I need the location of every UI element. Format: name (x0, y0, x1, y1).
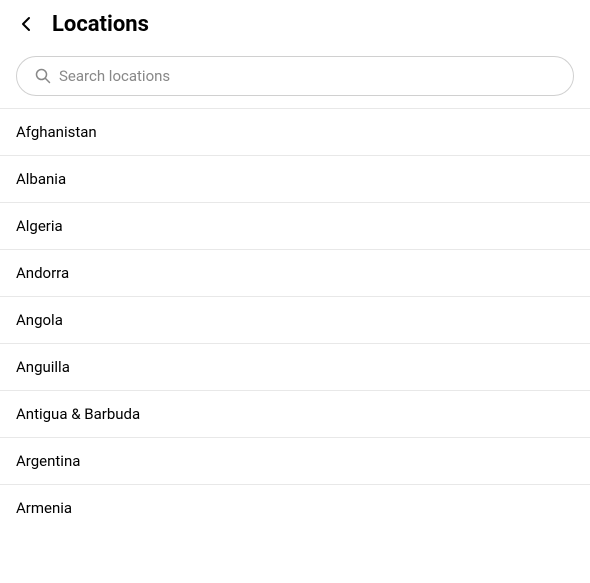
list-item[interactable]: Argentina (0, 437, 590, 484)
list-item[interactable]: Antigua & Barbuda (0, 390, 590, 437)
list-item[interactable]: Angola (0, 296, 590, 343)
search-container: Search locations (0, 48, 590, 108)
search-icon (35, 68, 51, 84)
location-list: AfghanistanAlbaniaAlgeriaAndorraAngolaAn… (0, 108, 590, 531)
list-item[interactable]: Algeria (0, 202, 590, 249)
list-item[interactable]: Armenia (0, 484, 590, 531)
page-container[interactable]: Locations Search locations AfghanistanAl… (0, 0, 590, 583)
list-item[interactable]: Andorra (0, 249, 590, 296)
search-box[interactable]: Search locations (16, 56, 574, 96)
back-arrow-icon (16, 14, 36, 34)
header: Locations (0, 0, 590, 48)
list-item[interactable]: Albania (0, 155, 590, 202)
page-title: Locations (52, 12, 149, 37)
list-item[interactable]: Afghanistan (0, 108, 590, 155)
list-item[interactable]: Anguilla (0, 343, 590, 390)
search-placeholder: Search locations (59, 67, 170, 85)
back-button[interactable] (12, 10, 40, 38)
